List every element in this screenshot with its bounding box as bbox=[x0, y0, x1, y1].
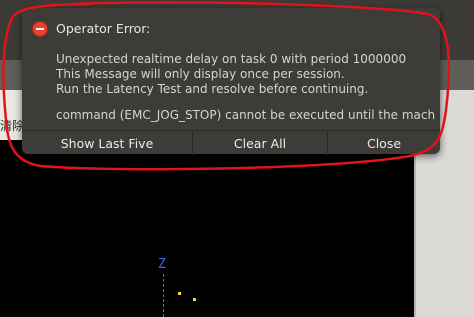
axis-marker-dot bbox=[178, 292, 181, 295]
message-line: Run the Latency Test and resolve before … bbox=[56, 82, 369, 96]
close-button[interactable]: Close bbox=[327, 131, 440, 155]
z-axis-line bbox=[163, 274, 165, 317]
error-message: Unexpected realtime delay on task 0 with… bbox=[56, 52, 436, 97]
operator-error-dialog: Operator Error: Unexpected realtime dela… bbox=[22, 8, 440, 155]
command-error-message: command (EMC_JOG_STOP) cannot be execute… bbox=[56, 108, 436, 122]
background-divider bbox=[414, 150, 416, 317]
background-toolbar-label: 清除 bbox=[0, 119, 25, 133]
error-icon bbox=[32, 21, 48, 37]
z-axis-label: Z bbox=[158, 257, 166, 272]
axis-marker-dot bbox=[193, 298, 196, 301]
clear-all-button[interactable]: Clear All bbox=[192, 131, 327, 155]
message-line: Unexpected realtime delay on task 0 with… bbox=[56, 52, 407, 66]
message-line: This Message will only display once per … bbox=[56, 67, 345, 81]
3d-preview-viewport[interactable] bbox=[0, 140, 414, 317]
dialog-button-row: Show Last Five Clear All Close bbox=[22, 130, 440, 155]
dialog-title: Operator Error: bbox=[56, 21, 151, 36]
show-last-five-button[interactable]: Show Last Five bbox=[22, 131, 192, 155]
